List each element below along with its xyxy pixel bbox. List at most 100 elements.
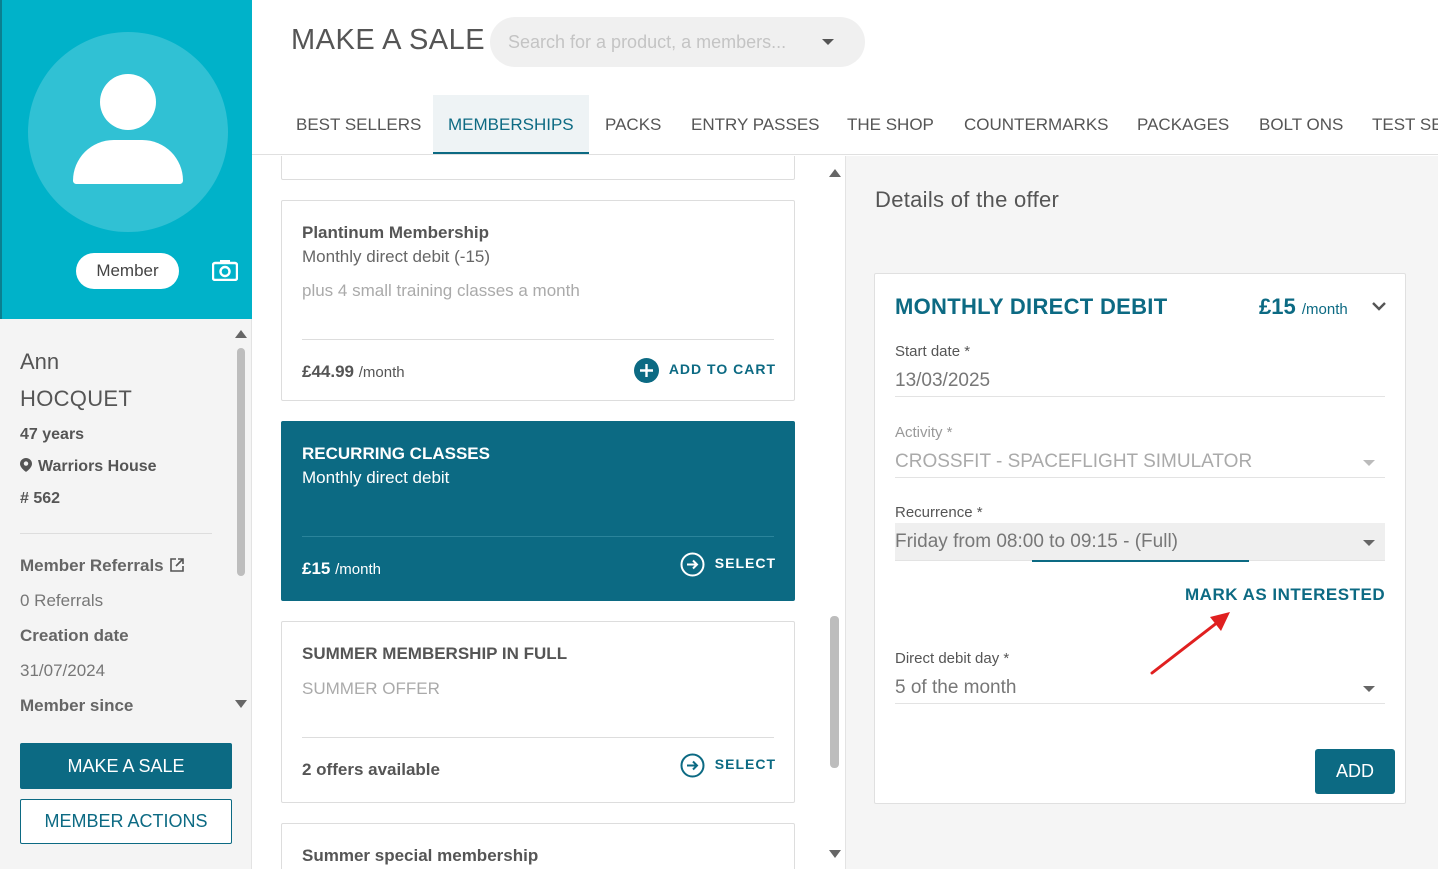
recurrence-focus-underline	[1032, 560, 1249, 562]
location-pin-icon	[20, 458, 32, 472]
recurrence-select-value: Friday from 08:00 to 09:15 - (Full)	[895, 531, 1178, 552]
product-search[interactable]	[490, 17, 865, 67]
member-age: 47 years	[20, 426, 85, 443]
member-number: # 562	[20, 490, 61, 507]
member-location: Warriors House	[20, 451, 230, 483]
scroll-up-arrow-icon[interactable]	[829, 167, 841, 177]
start-date-label: Start date *	[895, 343, 971, 360]
select-button[interactable]: SELECT	[680, 753, 776, 778]
offer-price: £44.99 /month	[302, 362, 405, 382]
arrow-right-circle-icon	[680, 552, 705, 577]
scroll-up-arrow-icon[interactable]	[235, 328, 247, 338]
offer-price: £15 /month	[1259, 294, 1348, 320]
recurrence-label: Recurrence *	[895, 504, 983, 521]
direct-debit-day-label: Direct debit day *	[895, 650, 1010, 667]
dropdown-arrow-icon	[1363, 686, 1375, 692]
member-referrals-label: Member Referrals	[20, 556, 164, 575]
dropdown-arrow-icon	[1363, 460, 1375, 466]
offer-price-amount: £15	[1259, 294, 1296, 319]
tab-entry-passes[interactable]: ENTRY PASSES	[676, 95, 835, 154]
member-actions-button[interactable]: MEMBER ACTIONS	[20, 799, 232, 844]
offer-description: plus 4 small training classes a month	[302, 281, 580, 300]
add-to-cart-label: ADD TO CART	[668, 361, 776, 378]
dropdown-arrow-icon	[1363, 540, 1375, 546]
card-divider	[302, 737, 774, 738]
avatar[interactable]	[28, 32, 228, 232]
offer-title: SUMMER MEMBERSHIP IN FULL	[302, 644, 568, 663]
plus-circle-icon	[633, 358, 659, 383]
member-referrals-link[interactable]: Member Referrals	[20, 548, 230, 583]
add-button[interactable]: ADD	[1315, 749, 1395, 794]
creation-date-value: 31/07/2024	[20, 661, 106, 680]
scroll-down-arrow-icon[interactable]	[829, 850, 841, 860]
offer-card[interactable]: Plantinum Membership Monthly direct debi…	[281, 200, 795, 401]
tab-test-se[interactable]: TEST SE	[1357, 95, 1438, 154]
offer-price-amount: £44.99	[302, 362, 354, 381]
member-location-text: Warriors House	[38, 458, 157, 475]
tab-packages[interactable]: PACKAGES	[1122, 95, 1244, 154]
offer-title: Summer special membership	[302, 846, 539, 865]
page-title: MAKE A SALE	[291, 24, 486, 56]
offer-description: SUMMER OFFER	[302, 679, 440, 698]
offer-card-selected[interactable]: RECURRING CLASSES Monthly direct debit £…	[281, 421, 795, 601]
select-label: SELECT	[714, 555, 776, 572]
tab-packs[interactable]: PACKS	[590, 95, 676, 154]
card-divider	[302, 339, 774, 340]
tab-best-sellers[interactable]: BEST SELLERS	[281, 95, 436, 154]
recurrence-select[interactable]: Friday from 08:00 to 09:15 - (Full)	[895, 523, 1385, 561]
member-header: Member	[0, 0, 252, 319]
offer-title: Plantinum Membership	[302, 223, 490, 242]
offer-name: MONTHLY DIRECT DEBIT	[895, 294, 1168, 319]
annotation-arrow-icon	[1150, 612, 1230, 675]
select-button[interactable]: SELECT	[680, 552, 776, 577]
card-divider	[302, 536, 774, 537]
tab-countermarks[interactable]: COUNTERMARKS	[949, 95, 1124, 154]
offer-card[interactable]: SUMMER MEMBERSHIP IN FULL SUMMER OFFER 2…	[281, 621, 795, 803]
add-to-cart-button[interactable]: ADD TO CART	[633, 358, 776, 383]
offer-price-amount: £15	[302, 559, 331, 578]
member-sidebar: Member Ann HOCQUET 47 years Warriors Hou…	[0, 0, 252, 869]
member-referrals-value: 0 Referrals	[20, 591, 104, 610]
offer-card-partial[interactable]	[281, 156, 795, 180]
activity-select[interactable]: CROSSFIT - SPACEFLIGHT SIMULATOR	[895, 446, 1385, 478]
offer-price-unit: /month	[1301, 301, 1348, 318]
sidebar-divider	[20, 533, 212, 534]
avatar-body-shape	[73, 140, 183, 184]
tab-memberships[interactable]: MEMBERSHIPS	[433, 95, 589, 154]
scroll-down-arrow-icon[interactable]	[235, 700, 247, 710]
sidebar-scrollbar[interactable]	[237, 348, 245, 576]
avatar-head-shape	[100, 74, 156, 130]
offers-scrollbar[interactable]	[830, 616, 839, 768]
offer-card[interactable]: Summer special membership	[281, 823, 795, 869]
activity-select-value: CROSSFIT - SPACEFLIGHT SIMULATOR	[895, 451, 1253, 472]
camera-icon[interactable]	[212, 259, 238, 281]
chevron-down-icon[interactable]	[822, 39, 834, 45]
search-input[interactable]	[508, 30, 818, 54]
offer-subtitle: Monthly direct debit	[302, 468, 450, 487]
make-a-sale-button[interactable]: MAKE A SALE	[20, 743, 232, 789]
offer-price-unit: /month	[335, 561, 381, 578]
offer-price-unit: /month	[358, 364, 405, 381]
member-status-badge: Member	[76, 253, 179, 289]
offers-available: 2 offers available	[302, 760, 440, 779]
external-link-icon[interactable]	[169, 558, 184, 572]
offer-price: £15 /month	[302, 559, 381, 579]
offer-details-card: MONTHLY DIRECT DEBIT £15 /month Start da…	[874, 273, 1406, 804]
offers-list: Plantinum Membership Monthly direct debi…	[252, 156, 846, 869]
offer-title: RECURRING CLASSES	[302, 444, 490, 463]
activity-label: Activity *	[895, 424, 953, 441]
details-title: Details of the offer	[875, 187, 1060, 212]
direct-debit-day-value: 5 of the month	[895, 677, 1017, 698]
tab-the-shop[interactable]: THE SHOP	[832, 95, 949, 154]
member-since-label: Member since	[20, 696, 134, 715]
tab-bolt-ons[interactable]: BOLT ONS	[1244, 95, 1358, 154]
chevron-down-icon[interactable]	[1371, 300, 1387, 312]
offer-details-panel: Details of the offer MONTHLY DIRECT DEBI…	[846, 156, 1438, 869]
creation-date-label: Creation date	[20, 626, 129, 645]
category-tabs: BEST SELLERS MEMBERSHIPS PACKS ENTRY PAS…	[252, 95, 1438, 155]
member-last-name: HOCQUET	[20, 386, 133, 411]
member-first-name: Ann	[20, 349, 60, 374]
start-date-field[interactable]: 13/03/2025	[895, 365, 1385, 397]
member-info: Ann HOCQUET 47 years Warriors House # 56…	[20, 345, 230, 723]
offer-subtitle: Monthly direct debit (-15)	[302, 247, 491, 266]
